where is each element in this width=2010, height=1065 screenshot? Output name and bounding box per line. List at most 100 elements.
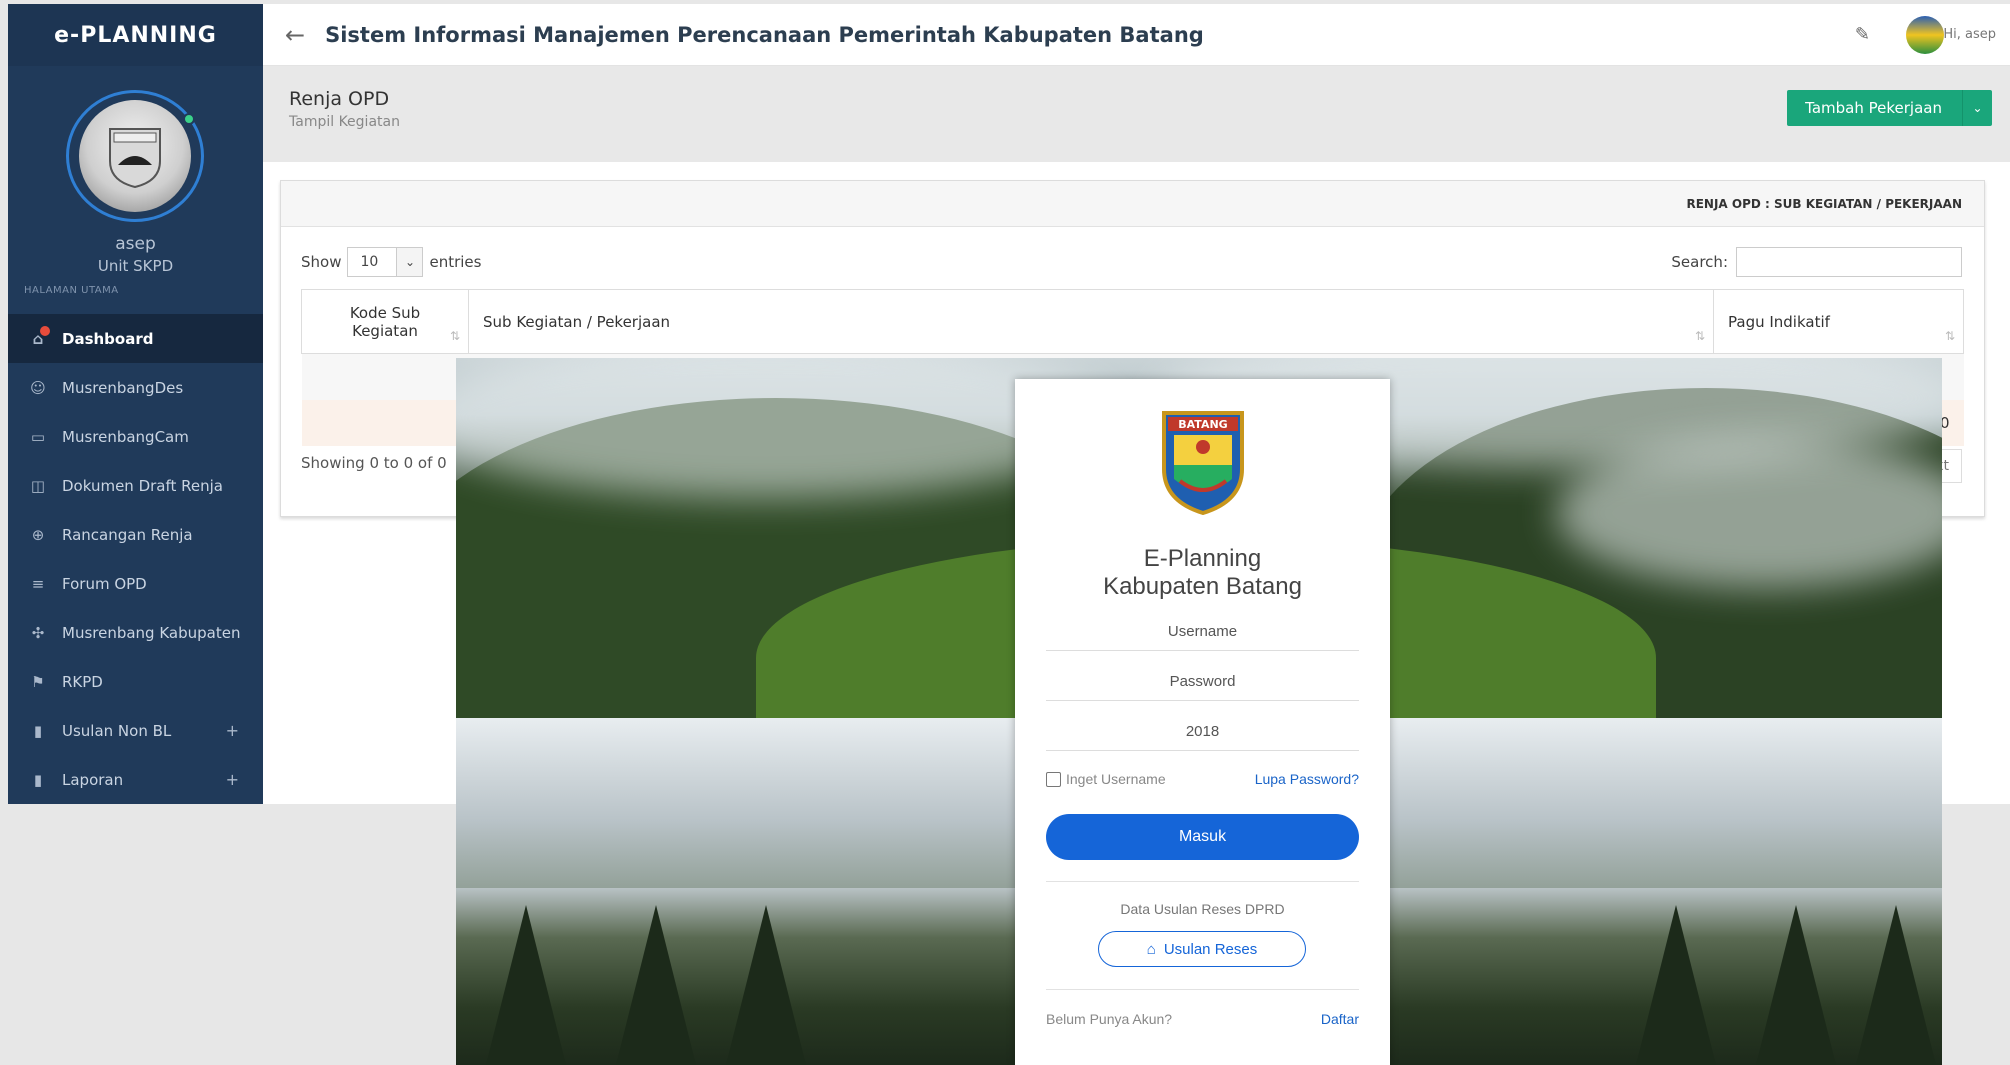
sort-icon: ⇅ bbox=[1694, 329, 1705, 343]
tree bbox=[486, 905, 566, 1065]
sidebar-item-dashboard[interactable]: ⌂ Dashboard bbox=[8, 314, 263, 363]
sidebar-item-label: Rancangan Renja bbox=[62, 525, 193, 544]
page-header: Renja OPD Tampil Kegiatan Tambah Pekerja… bbox=[263, 66, 2010, 162]
tree bbox=[616, 905, 696, 1065]
add-job-button-label: Tambah Pekerjaan bbox=[1805, 99, 1942, 117]
column-header-pagu[interactable]: Pagu Indikatif ⇅ bbox=[1713, 289, 1964, 354]
page-title: Renja OPD bbox=[289, 88, 390, 110]
chevron-down-icon: ⌄ bbox=[396, 248, 423, 276]
building-icon: ⌂ bbox=[1146, 940, 1156, 958]
year-field[interactable]: 2018 bbox=[1046, 713, 1359, 751]
target-icon: ⊕ bbox=[31, 525, 45, 544]
column-header-label: Kode Sub Kegiatan bbox=[349, 303, 421, 340]
back-arrow-icon[interactable]: ← bbox=[285, 21, 305, 49]
avatar[interactable] bbox=[66, 90, 204, 222]
topbar: ← Sistem Informasi Manajemen Perencanaan… bbox=[263, 4, 2010, 66]
shield-icon bbox=[109, 128, 161, 189]
user-icon: ☺ bbox=[30, 378, 46, 397]
sidebar-item-label: RKPD bbox=[62, 672, 103, 691]
batang-emblem-avatar bbox=[79, 100, 191, 212]
desktop-icon: ▭ bbox=[30, 427, 46, 446]
sidebar-item-dokumen-draft-renja[interactable]: ◫ Dokumen Draft Renja bbox=[8, 461, 263, 510]
crest-text: BATANG bbox=[1178, 418, 1227, 431]
flag-icon: ⚑ bbox=[31, 672, 45, 691]
column-header-kode[interactable]: Kode Sub Kegiatan ⇅ bbox=[301, 289, 469, 354]
column-header-sub-kegiatan[interactable]: Sub Kegiatan / Pekerjaan ⇅ bbox=[468, 289, 1714, 354]
login-card: BATANG E-Planning Kabupaten Batang Usern… bbox=[1015, 379, 1390, 1065]
expand-plus-icon[interactable]: + bbox=[226, 770, 239, 789]
sidebar-item-laporan[interactable]: ▮ Laporan + bbox=[8, 755, 263, 804]
column-header-label: Pagu Indikatif bbox=[1728, 312, 1830, 331]
register-link[interactable]: Daftar bbox=[1321, 1011, 1359, 1027]
app-title: Sistem Informasi Manajemen Perencanaan P… bbox=[325, 22, 1204, 47]
sidebar-item-label: Dashboard bbox=[62, 329, 154, 348]
user-avatar[interactable] bbox=[1906, 15, 1944, 54]
sidebar-item-musrenbang-kabupaten[interactable]: ✣ Musrenbang Kabupaten bbox=[8, 608, 263, 657]
sidebar-user-role: Unit SKPD bbox=[97, 257, 174, 275]
sidebar-item-label: Dokumen Draft Renja bbox=[62, 476, 223, 495]
tree bbox=[1756, 905, 1836, 1065]
show-label: Show bbox=[301, 253, 342, 271]
divider bbox=[1046, 881, 1359, 882]
sidebar-item-forum-opd[interactable]: ≡ Forum OPD bbox=[8, 559, 263, 608]
sidebar-user-name: asep bbox=[115, 234, 156, 254]
panel-heading: RENJA OPD : SUB KEGIATAN / PEKERJAAN bbox=[281, 181, 1984, 227]
add-job-button[interactable]: Tambah Pekerjaan ⌄ bbox=[1787, 90, 1992, 126]
move-icon: ✣ bbox=[31, 623, 45, 642]
remember-checkbox[interactable] bbox=[1046, 771, 1061, 787]
sidebar-item-usulan-non-bl[interactable]: ▮ Usulan Non BL + bbox=[8, 706, 263, 755]
sidebar-item-label: Usulan Non BL bbox=[62, 721, 172, 740]
sidebar-item-musrenbangcam[interactable]: ▭ MusrenbangCam bbox=[8, 412, 263, 461]
sidebar-item-label: MusrenbangCam bbox=[62, 427, 189, 446]
entries-select-value: 10 bbox=[360, 254, 379, 270]
table-controls: Show 10 ⌄ entries Search: bbox=[301, 247, 1962, 277]
chevron-down-icon[interactable]: ⌄ bbox=[1962, 90, 1992, 126]
batang-crest-icon: BATANG bbox=[1162, 411, 1244, 515]
page-subtitle: Tampil Kegiatan bbox=[289, 114, 400, 130]
chart-icon: ▮ bbox=[33, 770, 43, 789]
user-greeting[interactable]: Hi, asep bbox=[1943, 27, 1996, 42]
pin-icon[interactable]: ✎ bbox=[1855, 24, 1870, 45]
login-title: E-Planning Kabupaten Batang bbox=[1015, 545, 1390, 601]
entries-label: entries bbox=[429, 253, 482, 271]
sidebar-item-musrenbangdes[interactable]: ☺ MusrenbangDes bbox=[8, 363, 263, 412]
sort-icon: ⇅ bbox=[1944, 329, 1955, 343]
column-header-label: Sub Kegiatan / Pekerjaan bbox=[483, 312, 671, 331]
remember-label: Inget Username bbox=[1066, 771, 1166, 787]
chart-icon: ▮ bbox=[33, 721, 43, 740]
username-field[interactable]: Username bbox=[1046, 613, 1359, 651]
divider bbox=[1046, 989, 1359, 990]
sidebar-item-label: Forum OPD bbox=[62, 574, 147, 593]
entries-length: Show 10 ⌄ entries bbox=[301, 247, 481, 277]
no-account-label: Belum Punya Akun? bbox=[1046, 1011, 1173, 1027]
sidebar-item-label: Laporan bbox=[62, 770, 124, 789]
password-field[interactable]: Password bbox=[1046, 663, 1359, 701]
forum-icon: ≡ bbox=[31, 574, 45, 593]
notification-badge bbox=[40, 326, 50, 336]
sidebar-menu: ⌂ Dashboard ☺ MusrenbangDes ▭ Musrenbang… bbox=[8, 314, 263, 804]
sidebar-item-rancangan-renja[interactable]: ⊕ Rancangan Renja bbox=[8, 510, 263, 559]
table-search: Search: bbox=[1671, 247, 1962, 277]
tree bbox=[726, 905, 806, 1065]
sidebar: e-PLANNING asep Unit SKPD HALAMAN UTAMA … bbox=[8, 4, 263, 804]
sort-asc-icon: ⇅ bbox=[449, 329, 460, 343]
sidebar-section-label: HALAMAN UTAMA bbox=[24, 285, 119, 296]
login-title-line1: E-Planning bbox=[1143, 545, 1262, 572]
search-input[interactable] bbox=[1736, 247, 1962, 277]
sidebar-item-label: MusrenbangDes bbox=[62, 378, 184, 397]
sidebar-item-rkpd[interactable]: ⚑ RKPD bbox=[8, 657, 263, 706]
login-title-line2: Kabupaten Batang bbox=[1103, 573, 1302, 600]
search-label: Search: bbox=[1671, 253, 1728, 271]
remember-username[interactable]: Inget Username bbox=[1046, 771, 1166, 787]
usulan-reses-label: Usulan Reses bbox=[1163, 940, 1258, 958]
table-info: Showing 0 to 0 of 0 bbox=[301, 454, 447, 472]
tree bbox=[1636, 905, 1716, 1065]
expand-plus-icon[interactable]: + bbox=[226, 721, 239, 740]
reses-label: Data Usulan Reses DPRD bbox=[1120, 901, 1285, 917]
entries-select[interactable]: 10 ⌄ bbox=[347, 247, 424, 277]
brand-logo: e-PLANNING bbox=[8, 4, 263, 66]
sidebar-item-label: Musrenbang Kabupaten bbox=[62, 623, 241, 642]
forgot-password-link[interactable]: Lupa Password? bbox=[1255, 771, 1359, 787]
usulan-reses-button[interactable]: ⌂ Usulan Reses bbox=[1098, 931, 1306, 967]
login-button[interactable]: Masuk bbox=[1046, 814, 1359, 860]
